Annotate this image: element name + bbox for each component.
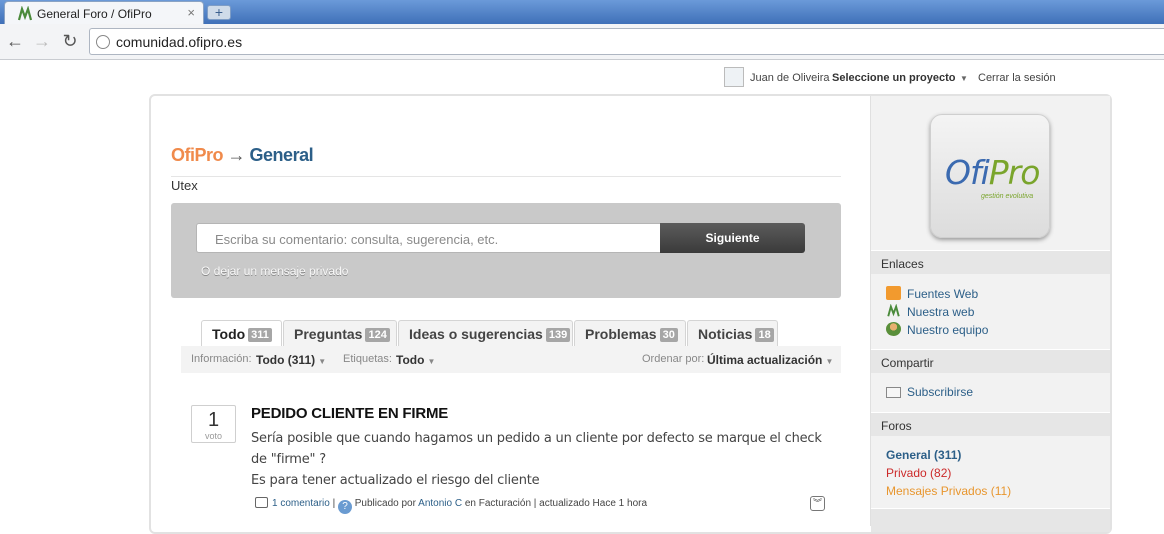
tab-label: Todo: [212, 326, 246, 342]
vote-box[interactable]: 1 voto: [191, 405, 236, 443]
divider: [171, 176, 841, 177]
more-header: [871, 508, 1110, 532]
link-nuestro-equipo[interactable]: Nuestro equipo: [886, 322, 988, 337]
link-fuentes-web[interactable]: Fuentes Web: [886, 286, 978, 301]
updated-text: | actualizado Hace 1 hora: [533, 498, 648, 509]
logo-tagline: gestión evolutiva: [981, 193, 1034, 200]
filter-bar: Información: Todo (311) ▼ Etiquetas: Tod…: [181, 346, 841, 373]
order-value: Última actualización: [707, 353, 823, 367]
chevron-down-icon: ▼: [427, 357, 436, 366]
chevron-down-icon: ▼: [825, 357, 834, 366]
post-body-line: Sería posible que cuando hagamos un pedi…: [251, 431, 822, 467]
comments-link[interactable]: 1 comentario: [272, 498, 330, 509]
forums-header: Foros: [871, 412, 1110, 436]
envelope-icon: [886, 387, 901, 398]
browser-tab-bar: General Foro / OfiPro × +: [0, 0, 1164, 24]
forum-general[interactable]: General (311): [886, 448, 961, 462]
subscribe-link[interactable]: Subscribirse: [886, 385, 973, 399]
link-label: Nuestro equipo: [907, 323, 989, 337]
ofipro-logo: OfiPro gestión evolutiva: [930, 114, 1050, 238]
forum-privado[interactable]: Privado (82): [886, 466, 951, 480]
globe-icon: [96, 35, 110, 49]
address-url: comunidad.ofipro.es: [116, 34, 243, 50]
post-meta: 1 comentario | ? Publicado por Antonio C…: [255, 497, 647, 514]
chevron-down-icon[interactable]: ▼: [960, 74, 968, 83]
breadcrumb-arrow: →: [227, 145, 246, 165]
links-header: Enlaces: [871, 250, 1110, 274]
info-filter-value: Todo (311): [256, 353, 316, 367]
logo-text-a: Ofi: [945, 153, 990, 192]
order-select[interactable]: Última actualización ▼: [707, 353, 833, 367]
rss-icon: [886, 286, 901, 300]
user-avatar[interactable]: [724, 67, 744, 87]
post-title[interactable]: PEDIDO CLIENTE EN FIRME: [251, 405, 448, 422]
comment-input[interactable]: Escriba su comentario: consulta, sugeren…: [196, 223, 661, 253]
expand-icon[interactable]: ︾: [810, 496, 825, 511]
tab-count: 124: [365, 328, 390, 342]
category-text: en Facturación: [464, 498, 532, 509]
info-filter-select[interactable]: Todo (311) ▼: [256, 353, 326, 367]
tab-count: 18: [755, 328, 774, 342]
tags-filter-label: Etiquetas:: [343, 353, 392, 365]
comment-composer: Escriba su comentario: consulta, sugeren…: [171, 203, 841, 298]
vote-count: 1: [207, 409, 220, 431]
tab-label: Problemas: [585, 326, 657, 342]
browser-toolbar: ← → ↻ comunidad.ofipro.es: [0, 24, 1164, 60]
forward-arrow-icon[interactable]: →: [31, 30, 53, 52]
forum-subtitle: Utex: [171, 178, 198, 193]
address-bar[interactable]: comunidad.ofipro.es: [89, 28, 1164, 55]
meta-separator: |: [332, 498, 336, 509]
browser-tab[interactable]: General Foro / OfiPro ×: [4, 1, 204, 24]
tab-problemas[interactable]: Problemas 30: [574, 320, 686, 347]
order-label: Ordenar por:: [642, 353, 705, 365]
tab-count: 311: [248, 328, 272, 342]
next-button[interactable]: Siguiente: [660, 223, 805, 253]
author-link[interactable]: Antonio C: [418, 498, 462, 509]
published-by-label: Publicado por: [354, 498, 416, 509]
link-nuestra-web[interactable]: Nuestra web: [886, 304, 974, 319]
info-filter-label: Información:: [191, 353, 252, 365]
breadcrumb-current: General: [249, 145, 314, 165]
team-icon: [886, 322, 901, 336]
back-arrow-icon[interactable]: ←: [4, 30, 26, 52]
user-name[interactable]: Juan de Oliveira: [750, 72, 830, 84]
tab-noticias[interactable]: Noticias 18: [687, 320, 778, 347]
breadcrumb-root[interactable]: OfiPro: [171, 145, 224, 165]
forum-mensajes-privados[interactable]: Mensajes Privados (11): [886, 484, 1011, 498]
tab-count: 30: [659, 328, 678, 342]
tags-filter-value: Todo: [396, 353, 425, 367]
tab-label: Ideas o sugerencias: [409, 326, 543, 342]
tab-todo[interactable]: Todo 311: [201, 320, 282, 348]
chevron-down-icon: ▼: [318, 357, 327, 366]
logout-link[interactable]: Cerrar la sesión: [978, 72, 1056, 84]
share-header: Compartir: [871, 349, 1110, 373]
post-body: Sería posible que cuando hagamos un pedi…: [251, 428, 841, 491]
subscribe-label: Subscribirse: [907, 385, 974, 399]
tags-filter-select[interactable]: Todo ▼: [396, 353, 435, 367]
private-message-link[interactable]: O dejar un mensaje privado: [201, 264, 348, 278]
breadcrumb: OfiPro → General: [171, 145, 314, 166]
question-icon: ?: [337, 500, 352, 514]
post-body-line: Es para tener actualizado el riesgo del …: [251, 473, 540, 488]
tab-label: Noticias: [698, 326, 753, 342]
comment-icon: [255, 497, 268, 508]
vote-label: voto: [204, 431, 222, 441]
tab-ideas[interactable]: Ideas o sugerencias 139: [398, 320, 573, 347]
tab-label: Preguntas: [294, 326, 363, 342]
ofipro-favicon-icon: [887, 304, 900, 317]
ofipro-favicon-icon: [17, 6, 33, 21]
reload-icon[interactable]: ↻: [59, 30, 81, 52]
tab-close-icon[interactable]: ×: [187, 5, 195, 20]
new-tab-button[interactable]: +: [207, 5, 231, 20]
tab-title: General Foro / OfiPro: [37, 7, 152, 21]
link-label: Fuentes Web: [907, 287, 979, 301]
link-label: Nuestra web: [907, 305, 975, 319]
tab-preguntas[interactable]: Preguntas 124: [283, 320, 397, 347]
logo-text-b: Pro: [988, 153, 1041, 192]
tab-count: 139: [545, 328, 571, 342]
project-selector[interactable]: Seleccione un proyecto: [832, 72, 955, 84]
